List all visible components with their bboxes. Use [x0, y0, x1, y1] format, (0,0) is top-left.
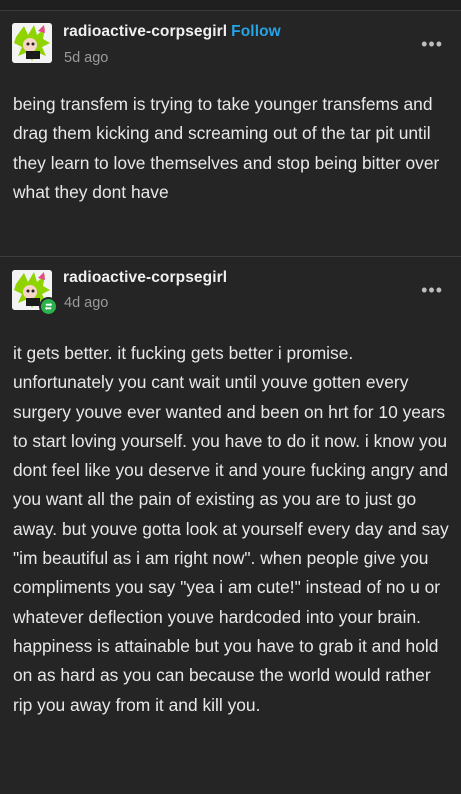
reblog-icon	[39, 297, 58, 316]
post-card: radioactive-corpsegirl Follow 5d ago ••• …	[0, 11, 461, 256]
avatar[interactable]	[12, 23, 52, 63]
more-options-icon[interactable]: •••	[421, 35, 443, 53]
post-body: it gets better. it fucking gets better i…	[13, 343, 449, 715]
post-card: radioactive-corpsegirl 4d ago ••• it get…	[0, 257, 461, 794]
post-timestamp[interactable]: 4d ago	[64, 295, 108, 311]
more-options-icon[interactable]: •••	[421, 281, 443, 299]
follow-button[interactable]: Follow	[231, 23, 281, 40]
top-divider	[0, 0, 461, 11]
username-link[interactable]: radioactive-corpsegirl	[63, 23, 227, 40]
post-body: being transfem is trying to take younger…	[13, 94, 440, 202]
username-row: radioactive-corpsegirl Follow	[63, 23, 281, 41]
username-link[interactable]: radioactive-corpsegirl	[63, 269, 227, 287]
post-timestamp[interactable]: 5d ago	[64, 50, 108, 66]
